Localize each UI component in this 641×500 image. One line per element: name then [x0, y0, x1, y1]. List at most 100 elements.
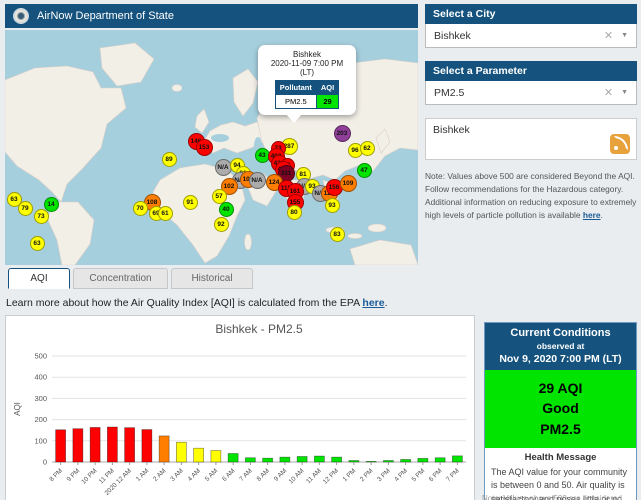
sidebar: Select a City Bishkek ✕ ▼ Select a Param…	[425, 4, 637, 222]
svg-text:9 AM: 9 AM	[273, 467, 288, 482]
aqi-marker[interactable]: 92	[214, 217, 229, 232]
city-select-value: Bishkek	[434, 30, 604, 42]
tab-historical[interactable]: Historical	[171, 268, 253, 289]
svg-text:Bishkek - PM2.5: Bishkek - PM2.5	[215, 322, 303, 336]
aqi-marker[interactable]: N/A	[215, 159, 232, 176]
map-popup: Bishkek 2020-11-09 7:00 PM (LT) Pollutan…	[258, 45, 356, 115]
aqi-marker[interactable]: 73	[34, 209, 49, 224]
feed-city: Bishkek	[433, 124, 470, 136]
chevron-down-icon[interactable]: ▼	[621, 89, 628, 96]
learn-more-suffix: .	[385, 297, 388, 309]
learn-more-text: Learn more about how the Air Quality Ind…	[6, 297, 362, 309]
city-select[interactable]: Bishkek ✕ ▼	[425, 24, 637, 48]
aqi-marker[interactable]: N/A	[249, 172, 266, 189]
observed-at-value: Nov 9, 2020 7:00 PM (LT)	[487, 353, 634, 365]
clear-icon[interactable]: ✕	[604, 86, 613, 99]
svg-text:2 AM: 2 AM	[152, 467, 167, 482]
observed-at-label: observed at	[487, 341, 634, 351]
note-here-link[interactable]: here	[583, 210, 601, 220]
parameter-select[interactable]: PM2.5 ✕ ▼	[425, 81, 637, 105]
popup-aqi-value: 29	[316, 95, 338, 109]
dos-seal-logo	[13, 8, 29, 24]
svg-text:11 AM: 11 AM	[305, 467, 323, 485]
svg-text:300: 300	[34, 394, 47, 403]
svg-text:10 PM: 10 PM	[80, 467, 98, 485]
svg-text:12 PM: 12 PM	[322, 467, 340, 485]
aqi-marker[interactable]: 83	[330, 227, 345, 242]
aqi-marker[interactable]: 40	[219, 202, 234, 217]
current-conditions-title: Current Conditions	[487, 327, 634, 339]
aqi-marker[interactable]: 79	[18, 201, 33, 216]
aqi-chart: Bishkek - PM2.5AQI01002003004005008 PM9 …	[6, 316, 474, 500]
svg-text:1 AM: 1 AM	[135, 467, 150, 482]
feed-box: Bishkek	[425, 118, 637, 160]
page: AirNow Department of State	[0, 0, 641, 500]
tab-bar: AQI Concentration Historical	[8, 268, 256, 289]
aqi-marker[interactable]: 109	[340, 175, 357, 192]
svg-text:3 AM: 3 AM	[169, 467, 184, 482]
parameter-select-label: Select a Parameter	[425, 61, 637, 81]
svg-text:8 AM: 8 AM	[256, 467, 271, 482]
svg-text:0: 0	[43, 458, 47, 467]
health-message-title: Health Message	[491, 452, 630, 463]
footer-note: Note: Values above 500 are considered Be…	[482, 493, 638, 500]
aqi-chart-card: Bishkek - PM2.5AQI01002003004005008 PM9 …	[5, 315, 475, 500]
aqi-note: Note: Values above 500 are considered Be…	[425, 170, 637, 222]
svg-text:5 AM: 5 AM	[204, 467, 219, 482]
parameter-select-value: PM2.5	[434, 87, 604, 99]
popup-table: Pollutant AQI PM2.5 29	[275, 80, 339, 109]
aqi-marker[interactable]: 14	[44, 197, 59, 212]
clear-icon[interactable]: ✕	[604, 29, 613, 42]
svg-text:3 PM: 3 PM	[376, 467, 392, 483]
svg-text:6 AM: 6 AM	[221, 467, 236, 482]
svg-text:500: 500	[34, 352, 47, 361]
svg-text:400: 400	[34, 373, 47, 382]
svg-text:7 AM: 7 AM	[238, 467, 253, 482]
svg-text:AQI: AQI	[13, 402, 22, 416]
aqi-marker[interactable]: 153	[196, 139, 213, 156]
aqi-marker[interactable]: 70	[133, 201, 148, 216]
city-select-label: Select a City	[425, 4, 637, 24]
aqi-marker[interactable]: 203	[334, 125, 351, 142]
learn-more-here-link[interactable]: here	[362, 297, 384, 309]
current-conditions-header: Current Conditions observed at Nov 9, 20…	[485, 323, 636, 370]
svg-text:5 PM: 5 PM	[411, 467, 427, 483]
svg-text:200: 200	[34, 415, 47, 424]
popup-pollutant-value: PM2.5	[275, 95, 316, 109]
aqi-category-block: 29 AQI Good PM2.5	[485, 370, 636, 448]
svg-text:2 PM: 2 PM	[359, 467, 375, 483]
world-map[interactable]: 63791473638914615310870696191N/A9481N/A1…	[5, 30, 418, 265]
aqi-marker[interactable]: 63	[30, 236, 45, 251]
aqi-marker[interactable]: 93	[325, 198, 340, 213]
popup-city: Bishkek	[262, 50, 352, 59]
aqi-marker[interactable]: 61	[158, 206, 173, 221]
note-suffix: .	[601, 210, 603, 220]
svg-text:1 PM: 1 PM	[342, 467, 358, 483]
popup-col-aqi: AQI	[316, 81, 338, 95]
aqi-marker[interactable]: 62	[360, 141, 375, 156]
tab-aqi[interactable]: AQI	[8, 268, 70, 289]
aqi-marker[interactable]: 91	[183, 195, 198, 210]
aqi-category: Good	[485, 398, 636, 418]
svg-text:100: 100	[34, 436, 47, 445]
svg-text:7 PM: 7 PM	[445, 467, 461, 483]
popup-datetime: 2020-11-09 7:00 PM	[262, 59, 352, 68]
svg-text:10 AM: 10 AM	[288, 467, 306, 485]
rss-icon[interactable]	[610, 134, 630, 154]
note-text: Note: Values above 500 are considered Be…	[425, 171, 636, 220]
aqi-marker[interactable]: 47	[357, 163, 372, 178]
svg-text:4 PM: 4 PM	[393, 467, 409, 483]
learn-more-line: Learn more about how the Air Quality Ind…	[6, 297, 388, 309]
tab-concentration[interactable]: Concentration	[73, 268, 168, 289]
aqi-marker[interactable]: 89	[162, 152, 177, 167]
popup-col-pollutant: Pollutant	[275, 81, 316, 95]
svg-text:9 PM: 9 PM	[66, 467, 82, 483]
app-header: AirNow Department of State	[5, 4, 418, 28]
svg-text:8 PM: 8 PM	[48, 467, 64, 483]
aqi-value-line: 29 AQI	[485, 378, 636, 398]
svg-text:4 AM: 4 AM	[187, 467, 202, 482]
aqi-marker[interactable]: 80	[287, 205, 302, 220]
chevron-down-icon[interactable]: ▼	[621, 32, 628, 39]
popup-timezone: (LT)	[262, 68, 352, 77]
app-title: AirNow Department of State	[37, 10, 174, 22]
